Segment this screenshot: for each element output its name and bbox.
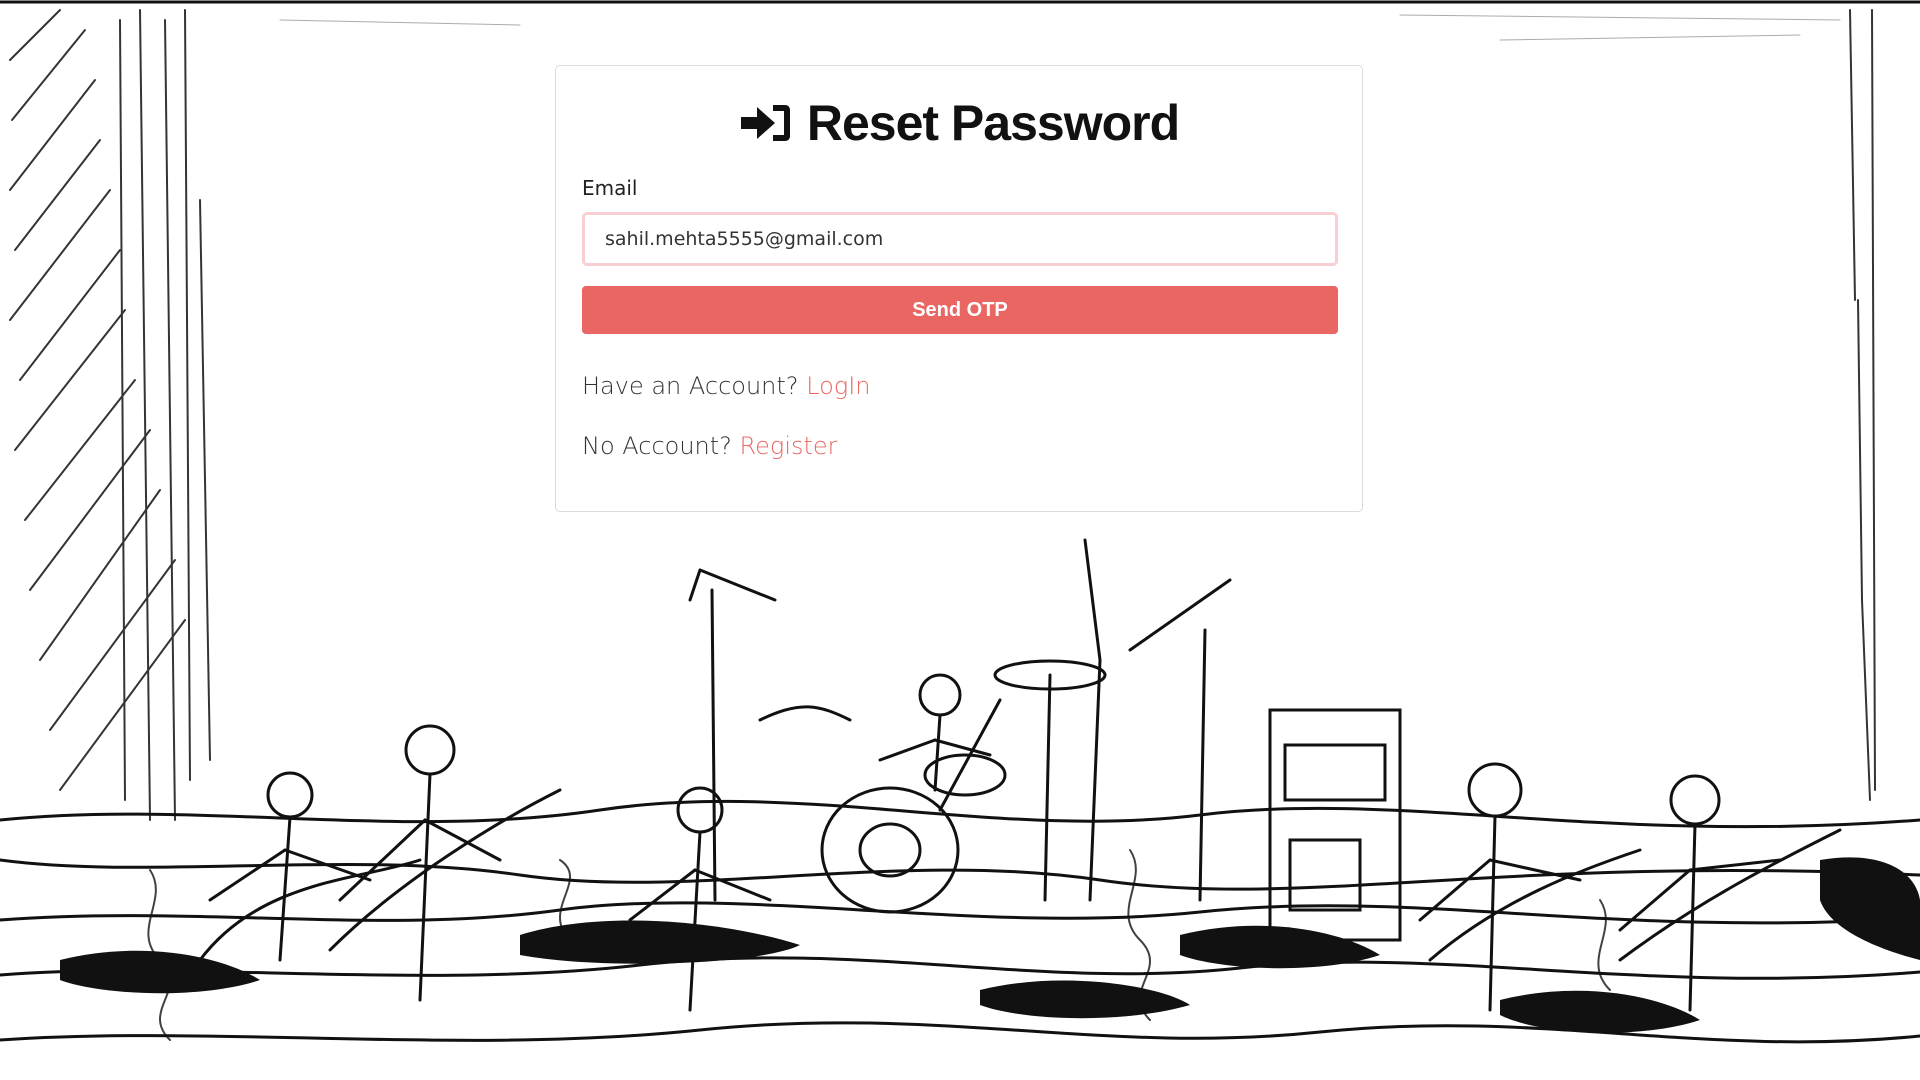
register-link[interactable]: Register — [740, 432, 838, 460]
login-prompt-line: Have an Account? LogIn — [582, 372, 871, 400]
card-title: Reset Password — [556, 94, 1362, 152]
reset-password-card: Reset Password Email Send OTP Have an Ac… — [555, 65, 1363, 512]
register-prompt-text: No Account? — [582, 432, 732, 460]
sign-in-icon — [739, 103, 793, 143]
card-title-text: Reset Password — [806, 95, 1180, 151]
email-label: Email — [582, 176, 638, 200]
email-field[interactable] — [582, 212, 1338, 266]
login-link[interactable]: LogIn — [806, 372, 870, 400]
register-prompt-line: No Account? Register — [582, 432, 838, 460]
send-otp-button[interactable]: Send OTP — [582, 286, 1338, 334]
login-prompt-text: Have an Account? — [582, 372, 799, 400]
